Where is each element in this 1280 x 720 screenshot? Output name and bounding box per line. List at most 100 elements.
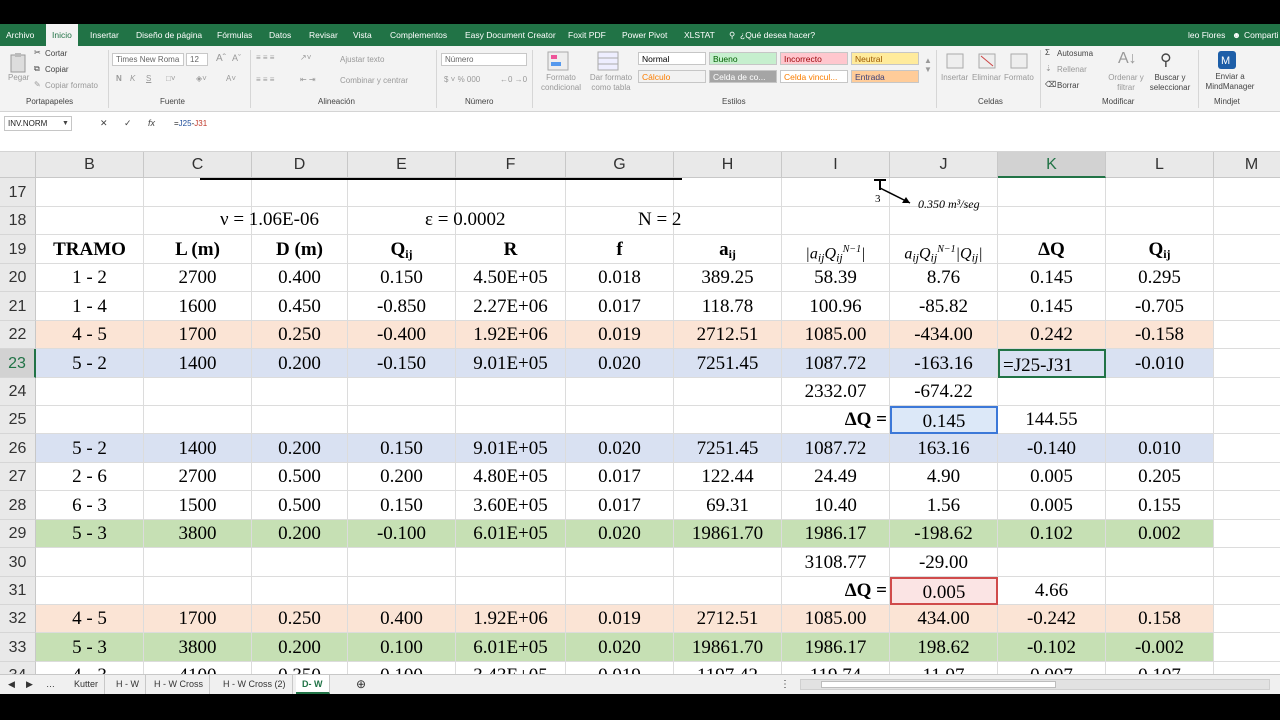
- sheet-nav-more-icon[interactable]: …: [40, 675, 61, 694]
- row-header-27[interactable]: 27: [0, 463, 36, 491]
- cell-I[interactable]: ΔQ =: [782, 577, 890, 605]
- cell[interactable]: [1106, 207, 1214, 235]
- cell-m[interactable]: [1214, 633, 1280, 662]
- cell-Lq[interactable]: 0.205: [1106, 463, 1214, 491]
- cell[interactable]: [456, 178, 566, 207]
- active-cell-k23[interactable]: =J25-J31: [998, 349, 1106, 378]
- column-header-k[interactable]: K: [998, 152, 1106, 178]
- cell-f[interactable]: 0.017: [566, 491, 674, 520]
- column-header-g[interactable]: G: [566, 152, 674, 178]
- cut-button[interactable]: Cortar: [45, 49, 67, 58]
- cell-tramo[interactable]: 5 - 3: [36, 633, 144, 662]
- column-header-j[interactable]: J: [890, 152, 998, 178]
- cell-tramo[interactable]: 1 - 2: [36, 264, 144, 292]
- cell-J[interactable]: -29.00: [890, 548, 998, 577]
- column-header-i[interactable]: I: [782, 152, 890, 178]
- tab-foxit-pdf[interactable]: Foxit PDF: [568, 24, 606, 46]
- cell-f[interactable]: 0.020: [566, 633, 674, 662]
- find-select-button[interactable]: Buscar y seleccionar: [1146, 73, 1194, 93]
- sheet-tab-hw[interactable]: H - W: [110, 675, 146, 694]
- cell-a[interactable]: 19861.70: [674, 520, 782, 548]
- row-header-30[interactable]: 30: [0, 548, 36, 577]
- cell-R[interactable]: 9.01E+05: [456, 349, 566, 378]
- cell-D[interactable]: 0.250: [252, 605, 348, 633]
- cell-R[interactable]: 6.01E+05: [456, 633, 566, 662]
- header-cell[interactable]: TRAMO: [36, 235, 144, 264]
- cell-m[interactable]: [1214, 378, 1280, 406]
- header-cell[interactable]: R: [456, 235, 566, 264]
- cell-a[interactable]: 2712.51: [674, 321, 782, 349]
- style-check-cell[interactable]: Celda de co...: [709, 70, 777, 83]
- cell-f[interactable]: 0.017: [566, 463, 674, 491]
- cell-R[interactable]: [456, 548, 566, 577]
- shrink-font-icon[interactable]: Aˇ: [232, 53, 241, 63]
- cell-L[interactable]: 2700: [144, 264, 252, 292]
- row-header-23[interactable]: 23: [0, 349, 36, 378]
- cell-L[interactable]: 1400: [144, 349, 252, 378]
- cell-J[interactable]: -198.62: [890, 520, 998, 548]
- cell-R[interactable]: 6.01E+05: [456, 520, 566, 548]
- cell-I[interactable]: 1085.00: [782, 605, 890, 633]
- row-header-24[interactable]: 24: [0, 378, 36, 406]
- row-header-19[interactable]: 19: [0, 235, 36, 264]
- mindmanager-icon[interactable]: M: [1216, 49, 1238, 71]
- cell-L[interactable]: [144, 577, 252, 605]
- cell-K[interactable]: 0.145: [998, 292, 1106, 321]
- cell-L[interactable]: 1400: [144, 434, 252, 463]
- cell-J[interactable]: 1.56: [890, 491, 998, 520]
- cell-m[interactable]: [1214, 406, 1280, 434]
- cell-I[interactable]: 1986.17: [782, 633, 890, 662]
- column-header-d[interactable]: D: [252, 152, 348, 178]
- cell-Q[interactable]: 0.200: [348, 463, 456, 491]
- row-header-34[interactable]: 34: [0, 662, 36, 674]
- cell-a[interactable]: 2712.51: [674, 605, 782, 633]
- number-format-select[interactable]: Número: [441, 53, 527, 66]
- cell-K[interactable]: -0.102: [998, 633, 1106, 662]
- cell-L[interactable]: [144, 548, 252, 577]
- cell-I[interactable]: 1986.17: [782, 520, 890, 548]
- italic-button[interactable]: K: [130, 74, 135, 83]
- cell-Lq[interactable]: 0.002: [1106, 520, 1214, 548]
- cell-a[interactable]: 122.44: [674, 463, 782, 491]
- cell-f[interactable]: 0.020: [566, 434, 674, 463]
- style-linked-cell[interactable]: Celda vincul...: [780, 70, 848, 83]
- cell-J[interactable]: 11.97: [890, 662, 998, 674]
- currency-icon[interactable]: $ ˅ % 000: [444, 75, 480, 84]
- row-header-32[interactable]: 32: [0, 605, 36, 633]
- conditional-format-button[interactable]: Formato condicional: [536, 73, 586, 93]
- cell-J[interactable]: 198.62: [890, 633, 998, 662]
- cell-m[interactable]: [1214, 662, 1280, 674]
- cell-tramo[interactable]: 4 - 5: [36, 605, 144, 633]
- cell-m[interactable]: [1214, 235, 1280, 264]
- insert-cells-icon[interactable]: [944, 50, 966, 72]
- cell-J[interactable]: -434.00: [890, 321, 998, 349]
- cell-R[interactable]: [456, 577, 566, 605]
- column-header-m[interactable]: M: [1214, 152, 1280, 178]
- cell-D[interactable]: [252, 406, 348, 434]
- delete-cells-icon[interactable]: [976, 50, 998, 72]
- cell-a[interactable]: [674, 406, 782, 434]
- cell-Q[interactable]: -0.850: [348, 292, 456, 321]
- row-header-20[interactable]: 20: [0, 264, 36, 292]
- sort-filter-icon[interactable]: A↓: [1118, 50, 1137, 68]
- cell-J[interactable]: 4.90: [890, 463, 998, 491]
- cell-R[interactable]: 4.50E+05: [456, 264, 566, 292]
- cell-Lq[interactable]: [1106, 406, 1214, 434]
- cell-K[interactable]: 0.005: [998, 463, 1106, 491]
- cell-Q[interactable]: 0.150: [348, 434, 456, 463]
- cell-R[interactable]: 2.27E+06: [456, 292, 566, 321]
- cell[interactable]: [144, 178, 252, 207]
- cell-J[interactable]: 8.76: [890, 264, 998, 292]
- cell-Q[interactable]: 0.100: [348, 662, 456, 674]
- font-color-icon[interactable]: A˅: [226, 74, 236, 83]
- cell-R[interactable]: 1.92E+06: [456, 321, 566, 349]
- cell-f[interactable]: [566, 406, 674, 434]
- cell-Q[interactable]: [348, 577, 456, 605]
- sheet-tab-dw[interactable]: D- W: [296, 675, 330, 694]
- cell-D[interactable]: [252, 378, 348, 406]
- orientation-icon[interactable]: ↗˅: [300, 53, 311, 62]
- cell-Q[interactable]: 0.150: [348, 264, 456, 292]
- cell[interactable]: [36, 178, 144, 207]
- cell-D[interactable]: 0.200: [252, 434, 348, 463]
- cell-Q[interactable]: -0.150: [348, 349, 456, 378]
